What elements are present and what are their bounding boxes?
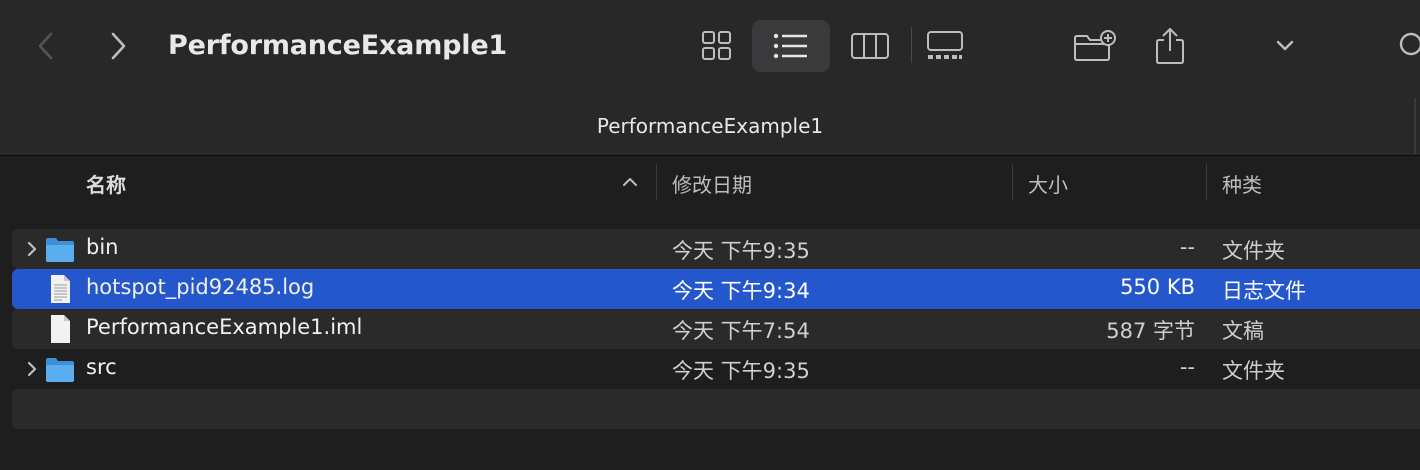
file-name: hotspot_pid92485.log <box>86 275 315 299</box>
file-modified: 今天 下午7:54 <box>672 319 810 343</box>
folder-add-icon <box>1074 30 1116 61</box>
list-item-selected[interactable]: hotspot_pid92485.log 今天 下午9:34 550 KB 日志… <box>12 269 1420 309</box>
expand-chevron-icon[interactable] <box>22 359 42 379</box>
folder-icon <box>44 233 76 265</box>
file-modified: 今天 下午9:35 <box>672 359 810 383</box>
file-modified: 今天 下午9:35 <box>672 239 810 263</box>
file-kind: 文件夹 <box>1222 359 1285 383</box>
column-view-button[interactable] <box>835 20 905 72</box>
forward-button[interactable] <box>98 26 138 66</box>
list-item[interactable]: bin 今天 下午9:35 -- 文件夹 <box>12 229 1420 269</box>
chevron-right-icon <box>111 32 126 60</box>
new-folder-button[interactable] <box>1060 20 1130 72</box>
back-button[interactable] <box>26 26 66 66</box>
share-icon <box>1156 28 1184 64</box>
folder-icon <box>44 353 76 385</box>
file-kind: 日志文件 <box>1222 279 1306 303</box>
file-size: -- <box>1179 355 1195 379</box>
chevron-left-icon <box>38 32 53 60</box>
current-folder-label: PerformanceExample1 <box>596 114 824 138</box>
share-button[interactable] <box>1135 20 1205 72</box>
log-file-icon <box>44 273 76 305</box>
file-kind: 文稿 <box>1222 319 1264 343</box>
column-header-name[interactable]: 名称 <box>86 169 126 198</box>
icon-view-button[interactable] <box>682 20 752 72</box>
list-item[interactable]: src 今天 下午9:35 -- 文件夹 <box>12 349 1420 389</box>
search-icon <box>1399 32 1420 56</box>
search-button[interactable] <box>1388 20 1420 72</box>
column-separator[interactable] <box>1206 164 1207 200</box>
file-modified: 今天 下午9:34 <box>672 279 810 303</box>
column-header-kind[interactable]: 种类 <box>1222 169 1262 198</box>
file-size: 587 字节 <box>1106 319 1195 343</box>
list-view-button[interactable] <box>752 20 830 72</box>
list-item[interactable]: PerformanceExample1.iml 今天 下午7:54 587 字节… <box>12 309 1420 349</box>
file-size: -- <box>1179 235 1195 259</box>
file-name: src <box>86 355 117 379</box>
expand-chevron-icon[interactable] <box>22 239 42 259</box>
more-actions-button[interactable] <box>1250 20 1320 72</box>
file-kind: 文件夹 <box>1222 239 1285 263</box>
file-size: 550 KB <box>1120 275 1195 299</box>
chevron-down-icon <box>1276 40 1294 51</box>
file-name: PerformanceExample1.iml <box>86 315 363 339</box>
path-bar: PerformanceExample1 <box>0 92 1420 156</box>
grid-icon <box>702 31 731 60</box>
empty-row <box>12 389 1420 429</box>
column-separator[interactable] <box>1012 164 1013 200</box>
columns-icon <box>851 33 889 59</box>
column-header: 名称 修改日期 大小 种类 <box>0 156 1420 206</box>
document-icon <box>44 313 76 345</box>
scroll-edge <box>1414 98 1416 154</box>
column-header-size[interactable]: 大小 <box>1028 169 1068 198</box>
sort-ascending-icon[interactable] <box>620 172 640 192</box>
list-icon <box>773 33 807 59</box>
file-name: bin <box>86 235 119 259</box>
window-title: PerformanceExample1 <box>168 30 508 61</box>
column-separator[interactable] <box>656 164 657 200</box>
column-header-modified[interactable]: 修改日期 <box>672 169 752 198</box>
gallery-view-button[interactable] <box>910 20 980 72</box>
gallery-icon <box>927 31 963 59</box>
toolbar: PerformanceExample1 <box>0 0 1420 92</box>
